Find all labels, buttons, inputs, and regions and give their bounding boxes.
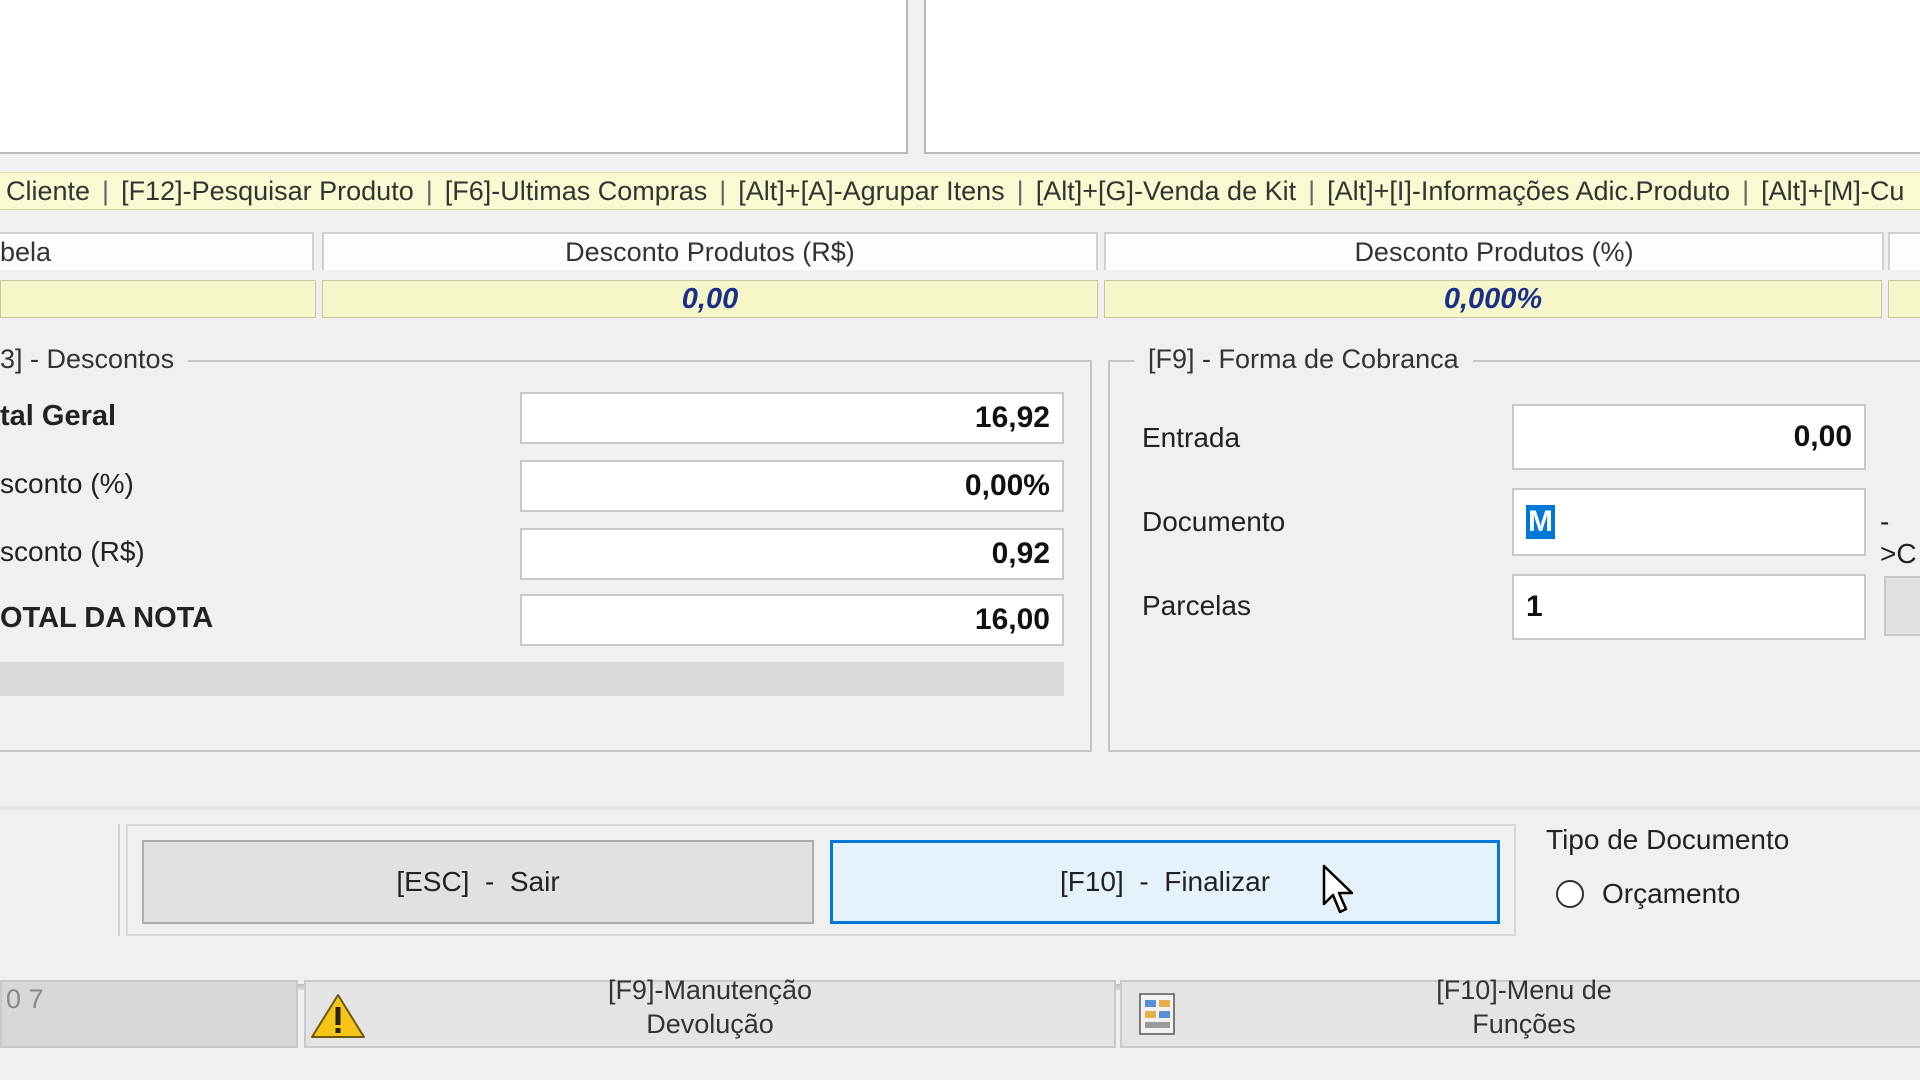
tabela-header: bela xyxy=(0,232,314,270)
mouse-cursor-icon xyxy=(1322,864,1354,914)
entrada-label: Entrada xyxy=(1142,422,1241,453)
top-right-panel xyxy=(924,0,1920,154)
shortcut-ultimas-compras[interactable]: [F6]-Ultimas Compras xyxy=(439,176,714,207)
desconto-produtos-pct-value: 0,000% xyxy=(1104,280,1882,318)
sair-button-label: [ESC] - Sair xyxy=(396,866,560,897)
desconto-rs-field[interactable]: 0,92 xyxy=(520,528,1064,580)
shortcut-alt-m[interactable]: [Alt]+[M]-Cu xyxy=(1755,176,1910,207)
parcelas-field[interactable]: 1 xyxy=(1512,574,1866,640)
menu-funcoes-line1: [F10]-Menu de xyxy=(1436,975,1612,1005)
descontos-group-title: 3] - Descontos xyxy=(0,344,189,375)
manutencao-devolucao-button[interactable]: [F9]-Manutenção Devolução xyxy=(304,975,1116,1048)
documento-label: Documento xyxy=(1142,506,1286,537)
next-column-value xyxy=(1888,280,1920,318)
total-nota-field: 16,00 xyxy=(520,594,1064,646)
menu-grid-icon xyxy=(1139,993,1175,1035)
next-column-header xyxy=(1888,232,1920,270)
action-strip xyxy=(0,806,1920,810)
shortcut-informacoes-produto[interactable]: [Alt]+[I]-Informações Adic.Produto xyxy=(1321,176,1736,207)
parcelas-side-button[interactable] xyxy=(1884,576,1920,636)
desconto-produtos-pct-header: Desconto Produtos (%) xyxy=(1104,232,1884,270)
desconto-rs-label: sconto (R$) xyxy=(0,536,145,567)
documento-selected-text: M xyxy=(1526,505,1555,539)
shortcut-cliente[interactable]: Cliente xyxy=(0,176,96,207)
menu-funcoes-button[interactable]: [F10]-Menu de Funções xyxy=(1120,975,1920,1048)
forma-cobranca-group-title: [F9] - Forma de Cobranca xyxy=(1134,344,1473,375)
documento-hint: ->C xyxy=(1880,506,1917,569)
manutencao-devolucao-line1: [F9]-Manutenção xyxy=(607,975,813,1005)
taskbar-left-fragment[interactable]: 0 7 xyxy=(0,980,298,1048)
shortcut-bar: Cliente | [F12]-Pesquisar Produto | [F6]-U… xyxy=(0,172,1920,210)
total-nota-label: OTAL DA NOTA xyxy=(0,602,214,634)
documento-field[interactable]: M xyxy=(1512,488,1866,556)
desconto-produtos-rs-header: Desconto Produtos (R$) xyxy=(322,232,1098,270)
tipo-documento-title: Tipo de Documento xyxy=(1546,824,1790,855)
orcamento-radio[interactable] xyxy=(1556,880,1584,908)
taskbar-left-fragment-text: 0 7 xyxy=(6,984,44,1014)
action-left-panel xyxy=(0,824,120,936)
shortcut-pesquisar-produto[interactable]: [F12]-Pesquisar Produto xyxy=(115,176,420,207)
finalizar-button[interactable]: [F10] - Finalizar xyxy=(830,840,1500,924)
descontos-bar xyxy=(0,662,1064,696)
sair-button[interactable]: [ESC] - Sair xyxy=(142,840,814,924)
menu-funcoes-line2: Funções xyxy=(1472,1009,1576,1039)
entrada-field[interactable]: 0,00 xyxy=(1512,404,1866,470)
top-left-panel xyxy=(0,0,908,154)
orcamento-label[interactable]: Orçamento xyxy=(1602,878,1741,910)
desconto-pct-label: sconto (%) xyxy=(0,468,134,499)
total-geral-field: 16,92 xyxy=(520,392,1064,444)
shortcut-venda-kit[interactable]: [Alt]+[G]-Venda de Kit xyxy=(1030,176,1302,207)
total-geral-label: tal Geral xyxy=(0,400,117,432)
parcelas-label: Parcelas xyxy=(1142,590,1251,621)
finalizar-button-label: [F10] - Finalizar xyxy=(1059,866,1271,897)
shortcut-agrupar-itens[interactable]: [Alt]+[A]-Agrupar Itens xyxy=(732,176,1010,207)
manutencao-devolucao-line2: Devolução xyxy=(646,1009,774,1039)
desconto-pct-field[interactable]: 0,00% xyxy=(520,460,1064,512)
warning-icon xyxy=(311,994,365,1038)
tabela-value xyxy=(0,280,316,318)
desconto-produtos-rs-value: 0,00 xyxy=(322,280,1098,318)
